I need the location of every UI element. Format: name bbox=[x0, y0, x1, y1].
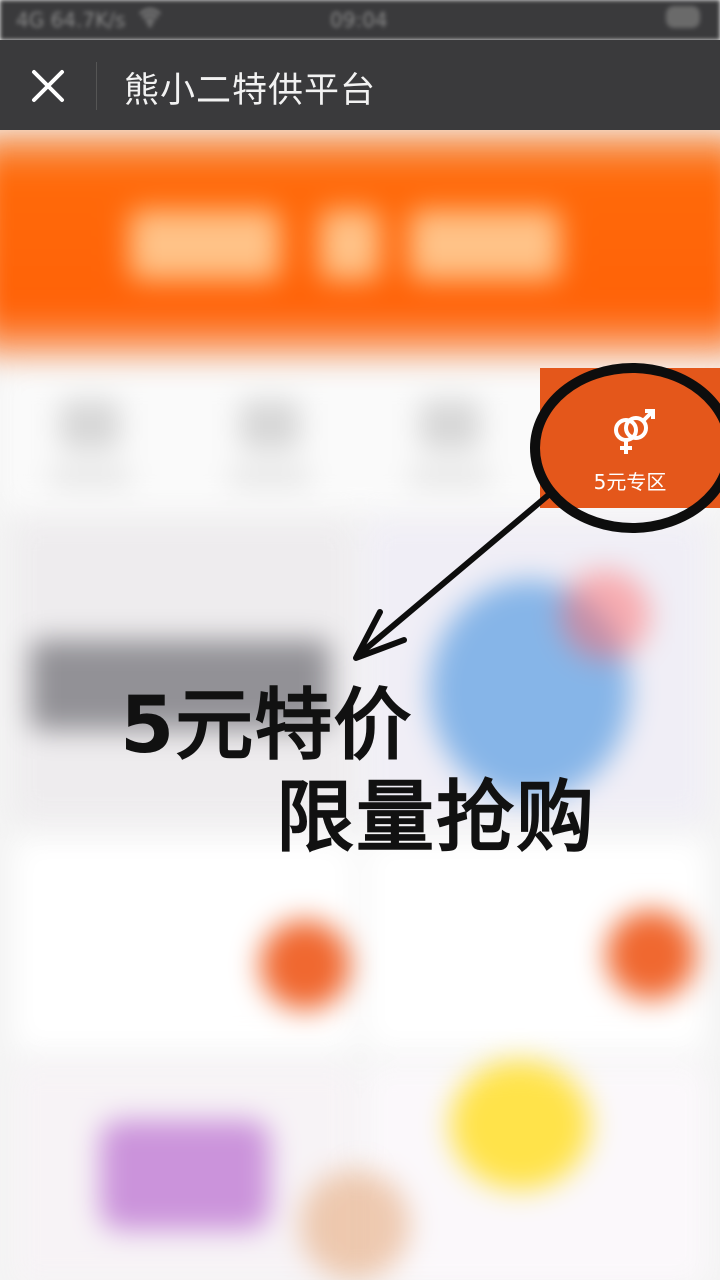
annotation-arrow bbox=[353, 489, 555, 661]
annotation-line-2: 限量抢购 bbox=[276, 773, 597, 863]
